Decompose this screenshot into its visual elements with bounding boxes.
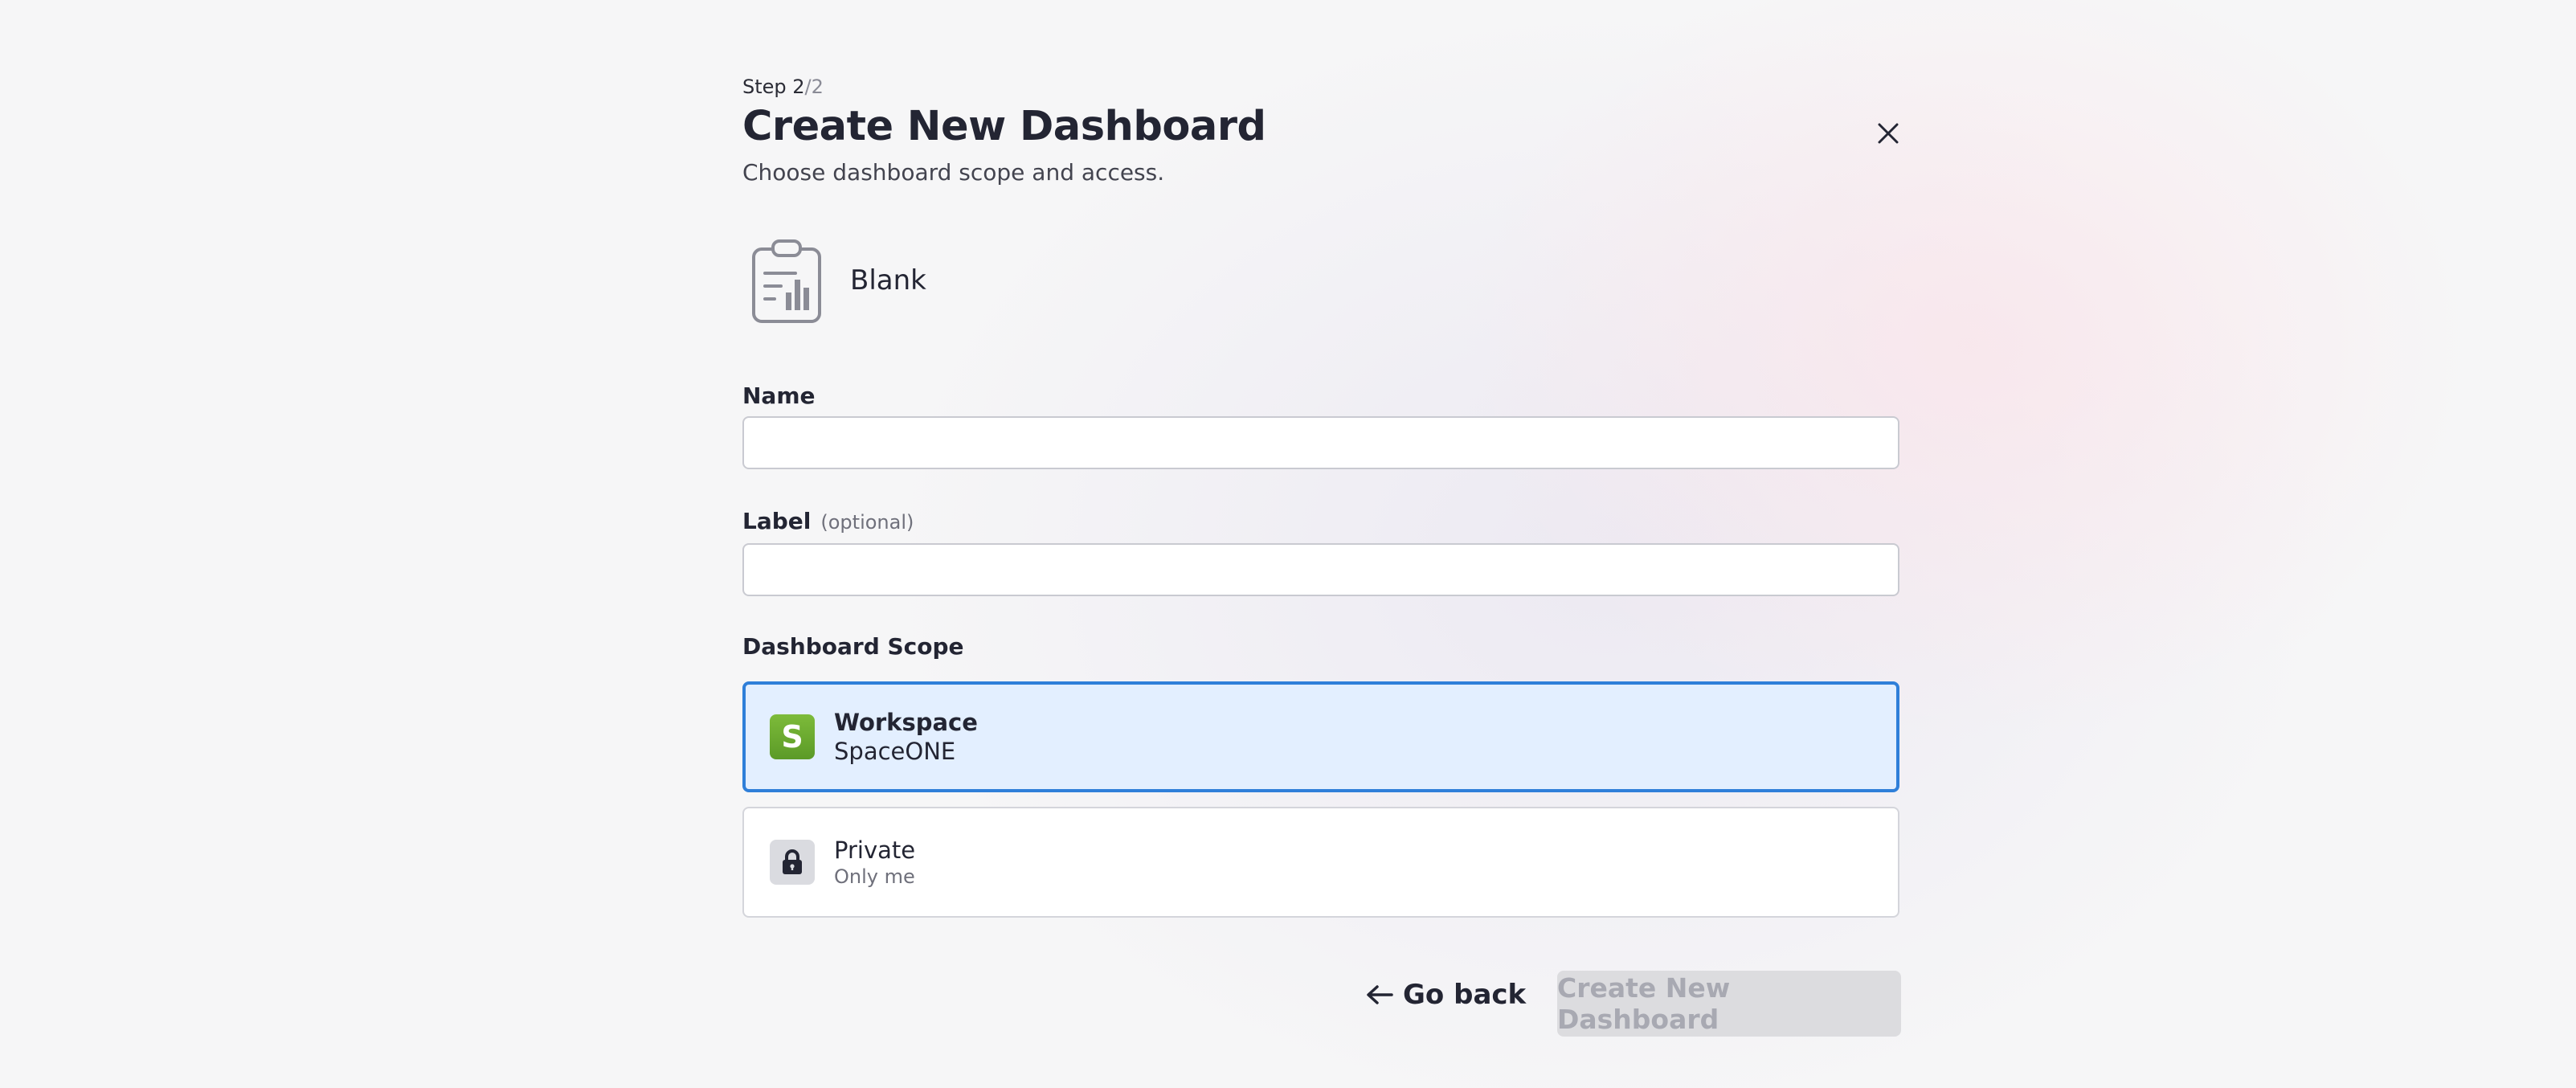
scope-option-title: Workspace <box>834 709 978 736</box>
go-back-button[interactable]: Go back <box>1366 967 1526 1023</box>
name-label-text: Name <box>742 382 816 409</box>
page-title: Create New Dashboard <box>742 103 1266 150</box>
private-badge <box>770 840 815 885</box>
name-field-label: Name <box>742 382 816 409</box>
workspace-badge: S <box>770 714 815 759</box>
step-indicator: Step 2/2 <box>742 76 824 98</box>
selected-template: Blank <box>742 236 1225 325</box>
label-label-text: Label <box>742 508 812 534</box>
step-total: /2 <box>804 76 824 98</box>
optional-hint: (optional) <box>820 511 914 534</box>
go-back-label: Go back <box>1403 979 1527 1011</box>
scope-option-workspace[interactable]: S Workspace SpaceONE <box>742 681 1899 792</box>
name-input[interactable] <box>742 416 1899 469</box>
scope-option-private[interactable]: Private Only me <box>742 807 1899 918</box>
arrow-left-icon <box>1367 985 1393 1004</box>
create-dashboard-button[interactable]: Create New Dashboard <box>1557 971 1901 1037</box>
step-current: Step 2 <box>742 76 805 98</box>
label-input[interactable] <box>742 543 1899 596</box>
close-button[interactable] <box>1872 117 1904 149</box>
scope-option-subtitle: Only me <box>834 865 915 888</box>
clipboard-chart-icon <box>752 239 821 323</box>
scope-option-title: Private <box>834 836 916 864</box>
create-dashboard-panel: Step 2/2 Create New Dashboard Choose das… <box>742 76 1901 1040</box>
template-name: Blank <box>850 264 926 297</box>
page-subtitle: Choose dashboard scope and access. <box>742 159 1165 186</box>
scope-option-subtitle: SpaceONE <box>834 738 956 765</box>
lock-icon <box>783 849 802 874</box>
label-field-label: Label (optional) <box>742 508 914 534</box>
close-icon <box>1878 123 1899 144</box>
scope-section-label: Dashboard Scope <box>742 633 964 660</box>
